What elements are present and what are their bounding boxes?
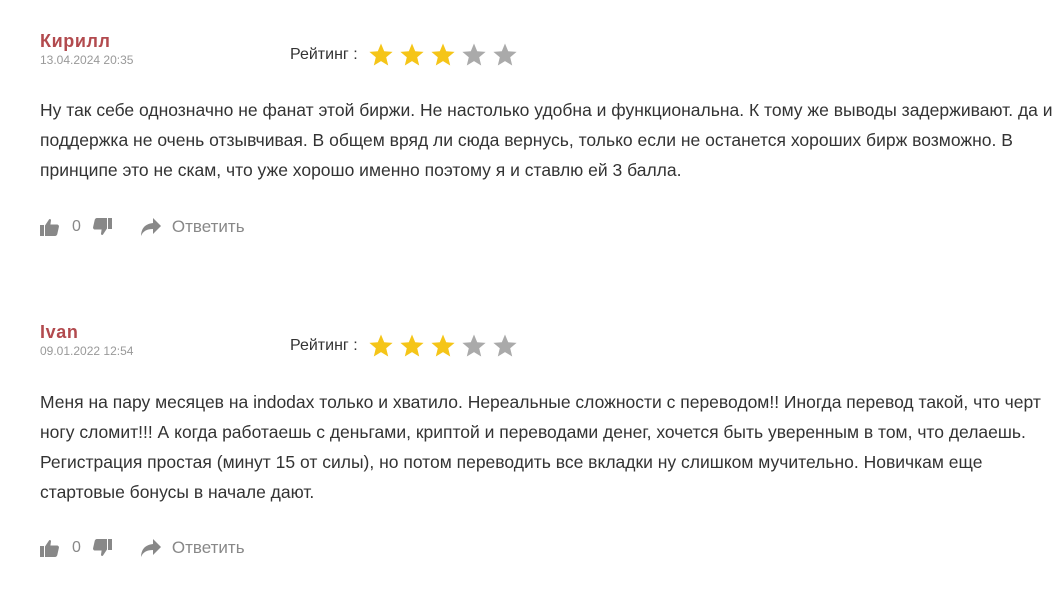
star-empty-icon	[462, 43, 486, 66]
star-filled-icon	[431, 43, 455, 66]
review-rating: Рейтинг :	[290, 40, 523, 70]
rating-label: Рейтинг :	[290, 46, 358, 63]
rating-label: Рейтинг :	[290, 337, 358, 354]
star-filled-icon	[400, 334, 424, 357]
like-count: 0	[72, 218, 81, 235]
review-author: Кирилл	[40, 31, 111, 51]
thumbs-down-icon[interactable]	[92, 217, 112, 237]
review-date: 13.04.2024 20:35	[40, 53, 134, 67]
star-filled-icon	[369, 334, 393, 357]
reply-label: Ответить	[171, 538, 245, 557]
review-actions: 0 Ответить	[40, 536, 245, 560]
thumbs-up-icon[interactable]	[40, 538, 60, 558]
review-author: Ivan	[40, 322, 79, 342]
rating-stars	[368, 333, 523, 359]
review-date: 09.01.2022 12:54	[40, 344, 134, 358]
reply-arrow-icon	[140, 538, 162, 558]
rating-stars	[368, 42, 523, 68]
star-filled-icon	[369, 43, 393, 66]
star-filled-icon	[431, 334, 455, 357]
reply-button[interactable]: Ответить	[140, 217, 245, 237]
star-empty-icon	[493, 334, 517, 357]
review-text: Меня на пару месяцев на indodax только и…	[40, 392, 1041, 502]
star-empty-icon	[493, 43, 517, 66]
review-rating: Рейтинг :	[290, 331, 523, 361]
thumbs-down-icon[interactable]	[92, 538, 112, 558]
thumbs-up-icon[interactable]	[40, 217, 60, 237]
star-filled-icon	[400, 43, 424, 66]
review-text: Ну так себе однозначно не фанат этой бир…	[40, 100, 1053, 180]
reply-button[interactable]: Ответить	[140, 538, 245, 558]
star-empty-icon	[462, 334, 486, 357]
review-actions: 0 Ответить	[40, 215, 245, 239]
reply-label: Ответить	[171, 217, 245, 236]
reply-arrow-icon	[140, 217, 162, 237]
like-count: 0	[72, 539, 81, 556]
